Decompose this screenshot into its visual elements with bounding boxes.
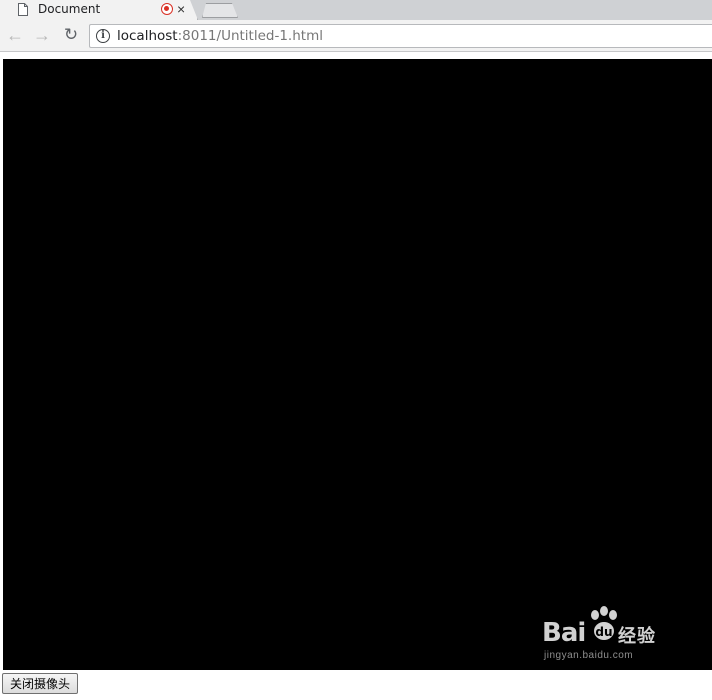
baidu-jingyan-watermark: Bai du 经验 jingyan.baidu.com (542, 606, 672, 666)
camera-video: Bai du 经验 jingyan.baidu.com (3, 59, 712, 670)
url-text[interactable]: localhost:8011/Untitled-1.html (117, 28, 323, 44)
address-bar[interactable]: i localhost:8011/Untitled-1.html (89, 24, 712, 48)
url-path: :8011/Untitled-1.html (177, 28, 323, 44)
svg-text:du: du (595, 625, 612, 639)
close-icon[interactable]: × (177, 0, 185, 18)
watermark-brand-left: Bai (542, 618, 586, 648)
close-camera-button[interactable]: 关闭摄像头 (2, 673, 79, 694)
browser-toolbar: ← → ↻ i localhost:8011/Untitled-1.html (0, 20, 712, 52)
forward-arrow-icon[interactable]: → (32, 25, 52, 45)
reload-icon[interactable]: ↻ (61, 25, 81, 45)
watermark-subtext: jingyan.baidu.com (544, 650, 634, 661)
watermark-brand-right: 经验 (618, 626, 656, 647)
url-host: localhost (117, 28, 178, 44)
tab-strip: Document × (0, 0, 712, 20)
tab-title: Document (38, 2, 101, 16)
recording-icon (161, 3, 173, 15)
tab-document[interactable]: Document × (0, 0, 198, 20)
document-icon (18, 3, 28, 16)
paw-logo-icon: du (591, 606, 617, 640)
back-arrow-icon[interactable]: ← (5, 25, 25, 45)
info-icon[interactable]: i (96, 29, 110, 43)
new-tab-button[interactable] (202, 3, 238, 18)
